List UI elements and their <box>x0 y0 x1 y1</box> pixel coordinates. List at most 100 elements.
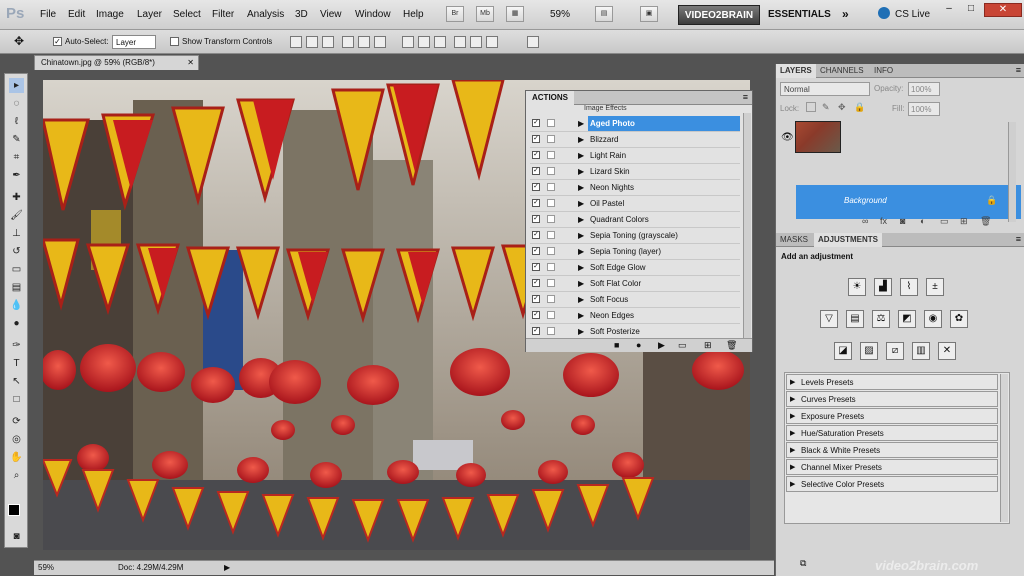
hue-saturation-icon[interactable]: ▤ <box>846 310 864 328</box>
fill-input[interactable]: 100% <box>908 102 940 116</box>
pen-tool-icon[interactable]: ✑ <box>9 338 24 353</box>
expand-icon[interactable]: ▶ <box>790 446 795 454</box>
arrange-documents-icon[interactable]: ▤ <box>595 6 613 22</box>
toggle-checkbox[interactable]: ✓ <box>532 135 540 143</box>
dialog-toggle[interactable] <box>547 167 555 175</box>
dodge-tool-icon[interactable]: ● <box>9 316 24 331</box>
shape-tool-icon[interactable]: □ <box>9 392 24 407</box>
expand-icon[interactable]: ▶ <box>790 395 795 403</box>
move-tool-icon[interactable]: ▸ <box>9 78 24 93</box>
distribute-top-icon[interactable] <box>402 36 414 48</box>
tab-masks[interactable]: MASKS <box>776 235 812 244</box>
show-transform-checkbox[interactable] <box>170 37 179 46</box>
healing-brush-tool-icon[interactable]: ✚ <box>9 190 24 205</box>
expand-icon[interactable]: ▶ <box>578 151 584 160</box>
invert-icon[interactable]: ◪ <box>834 342 852 360</box>
tab-channels[interactable]: CHANNELS <box>816 66 868 75</box>
clone-stamp-tool-icon[interactable]: ⊥ <box>9 226 24 241</box>
marquee-tool-icon[interactable]: ◌ <box>9 96 24 111</box>
toggle-checkbox[interactable]: ✓ <box>532 167 540 175</box>
action-item-quadrant-colors[interactable]: ✓ ▶ Quadrant Colors <box>530 212 740 228</box>
preset-channel-mixer[interactable]: ▶ Channel Mixer Presets <box>786 459 998 475</box>
layer-thumbnail[interactable] <box>795 121 841 153</box>
expand-icon[interactable]: ▶ <box>578 279 584 288</box>
menu-analysis[interactable]: Analysis <box>247 9 284 20</box>
action-item-aged-photo[interactable]: ✓ ▶ Aged Photo <box>530 116 740 132</box>
workspace-video2brain-button[interactable]: VIDEO2BRAIN <box>678 5 760 25</box>
distribute-vcenter-icon[interactable] <box>418 36 430 48</box>
actions-scrollbar[interactable] <box>743 113 751 338</box>
gradient-map-icon[interactable]: ▥ <box>912 342 930 360</box>
expand-icon[interactable]: ▶ <box>578 327 584 336</box>
document-tab[interactable]: Chinatown.jpg @ 59% (RGB/8*) ✕ <box>34 55 199 70</box>
toggle-checkbox[interactable]: ✓ <box>532 279 540 287</box>
expand-icon[interactable]: ▶ <box>790 378 795 386</box>
stop-icon[interactable]: ■ <box>614 340 619 350</box>
preset-selective-color[interactable]: ▶ Selective Color Presets <box>786 476 998 492</box>
expand-icon[interactable]: ▶ <box>578 247 584 256</box>
black-white-icon[interactable]: ◩ <box>898 310 916 328</box>
zoom-tool-icon[interactable]: ⌕ <box>9 468 24 483</box>
action-item-soft-flat-color[interactable]: ✓ ▶ Soft Flat Color <box>530 276 740 292</box>
dialog-toggle[interactable] <box>547 327 555 335</box>
foreground-color-swatch[interactable] <box>8 504 20 516</box>
bridge-icon[interactable]: Br <box>446 6 464 22</box>
action-item-light-rain[interactable]: ✓ ▶ Light Rain <box>530 148 740 164</box>
zoom-level[interactable]: 59% <box>550 9 570 20</box>
toggle-checkbox[interactable]: ✓ <box>532 327 540 335</box>
dialog-toggle[interactable] <box>547 119 555 127</box>
distribute-left-icon[interactable] <box>454 36 466 48</box>
record-icon[interactable]: ● <box>636 340 641 350</box>
close-icon[interactable]: ✕ <box>984 3 1022 17</box>
opacity-input[interactable]: 100% <box>908 82 940 96</box>
exposure-icon[interactable]: ± <box>926 278 944 296</box>
more-workspaces-icon[interactable]: » <box>842 7 849 21</box>
3d-orbit-tool-icon[interactable]: ◎ <box>9 432 24 447</box>
link-layers-icon[interactable]: ∞ <box>862 216 868 226</box>
panel-menu-icon[interactable]: ≡ <box>743 92 748 102</box>
lasso-tool-icon[interactable]: ℓ <box>9 114 24 129</box>
new-layer-icon[interactable]: ⊞ <box>960 216 968 227</box>
dialog-toggle[interactable] <box>547 135 555 143</box>
toggle-checkbox[interactable]: ✓ <box>532 231 540 239</box>
extras-icon[interactable]: ▦ <box>506 6 524 22</box>
distribute-right-icon[interactable] <box>486 36 498 48</box>
history-brush-tool-icon[interactable]: ↺ <box>9 244 24 259</box>
align-bottom-icon[interactable] <box>322 36 334 48</box>
play-icon[interactable]: ▶ <box>658 340 665 351</box>
status-menu-icon[interactable]: ▶ <box>224 563 230 572</box>
menu-3d[interactable]: 3D <box>295 9 308 20</box>
tab-adjustments[interactable]: ADJUSTMENTS <box>814 233 883 247</box>
lock-transparent-icon[interactable] <box>806 102 816 112</box>
lock-position-icon[interactable]: ✥ <box>838 102 846 113</box>
menu-help[interactable]: Help <box>403 9 424 20</box>
presets-scrollbar[interactable] <box>1000 374 1008 522</box>
color-balance-icon[interactable]: ⚖ <box>872 310 890 328</box>
expand-icon[interactable]: ▶ <box>578 167 584 176</box>
action-item-soft-focus[interactable]: ✓ ▶ Soft Focus <box>530 292 740 308</box>
expand-icon[interactable]: ▶ <box>578 119 584 128</box>
action-item-sepia-layer[interactable]: ✓ ▶ Sepia Toning (layer) <box>530 244 740 260</box>
clip-layer-icon[interactable]: ⧉ <box>800 558 806 569</box>
hand-tool-icon[interactable]: ✋ <box>9 450 24 465</box>
gradient-tool-icon[interactable]: ▤ <box>9 280 24 295</box>
menu-view[interactable]: View <box>320 9 342 20</box>
dialog-toggle[interactable] <box>547 247 555 255</box>
menu-image[interactable]: Image <box>96 9 124 20</box>
dialog-toggle[interactable] <box>547 295 555 303</box>
cs-live-button[interactable]: CS Live <box>895 9 930 20</box>
path-select-tool-icon[interactable]: ↖ <box>9 374 24 389</box>
group-icon[interactable]: ▭ <box>940 216 949 227</box>
dialog-toggle[interactable] <box>547 183 555 191</box>
tab-actions[interactable]: ACTIONS <box>526 91 574 105</box>
move-tool-icon[interactable]: ✥ <box>14 34 24 48</box>
toggle-checkbox[interactable]: ✓ <box>532 263 540 271</box>
menu-filter[interactable]: Filter <box>212 9 234 20</box>
align-right-icon[interactable] <box>374 36 386 48</box>
menu-select[interactable]: Select <box>173 9 201 20</box>
toggle-checkbox[interactable]: ✓ <box>532 247 540 255</box>
dialog-toggle[interactable] <box>547 311 555 319</box>
expand-icon[interactable]: ▶ <box>578 199 584 208</box>
layer-mask-icon[interactable]: ◙ <box>900 216 905 226</box>
toggle-checkbox[interactable]: ✓ <box>532 151 540 159</box>
